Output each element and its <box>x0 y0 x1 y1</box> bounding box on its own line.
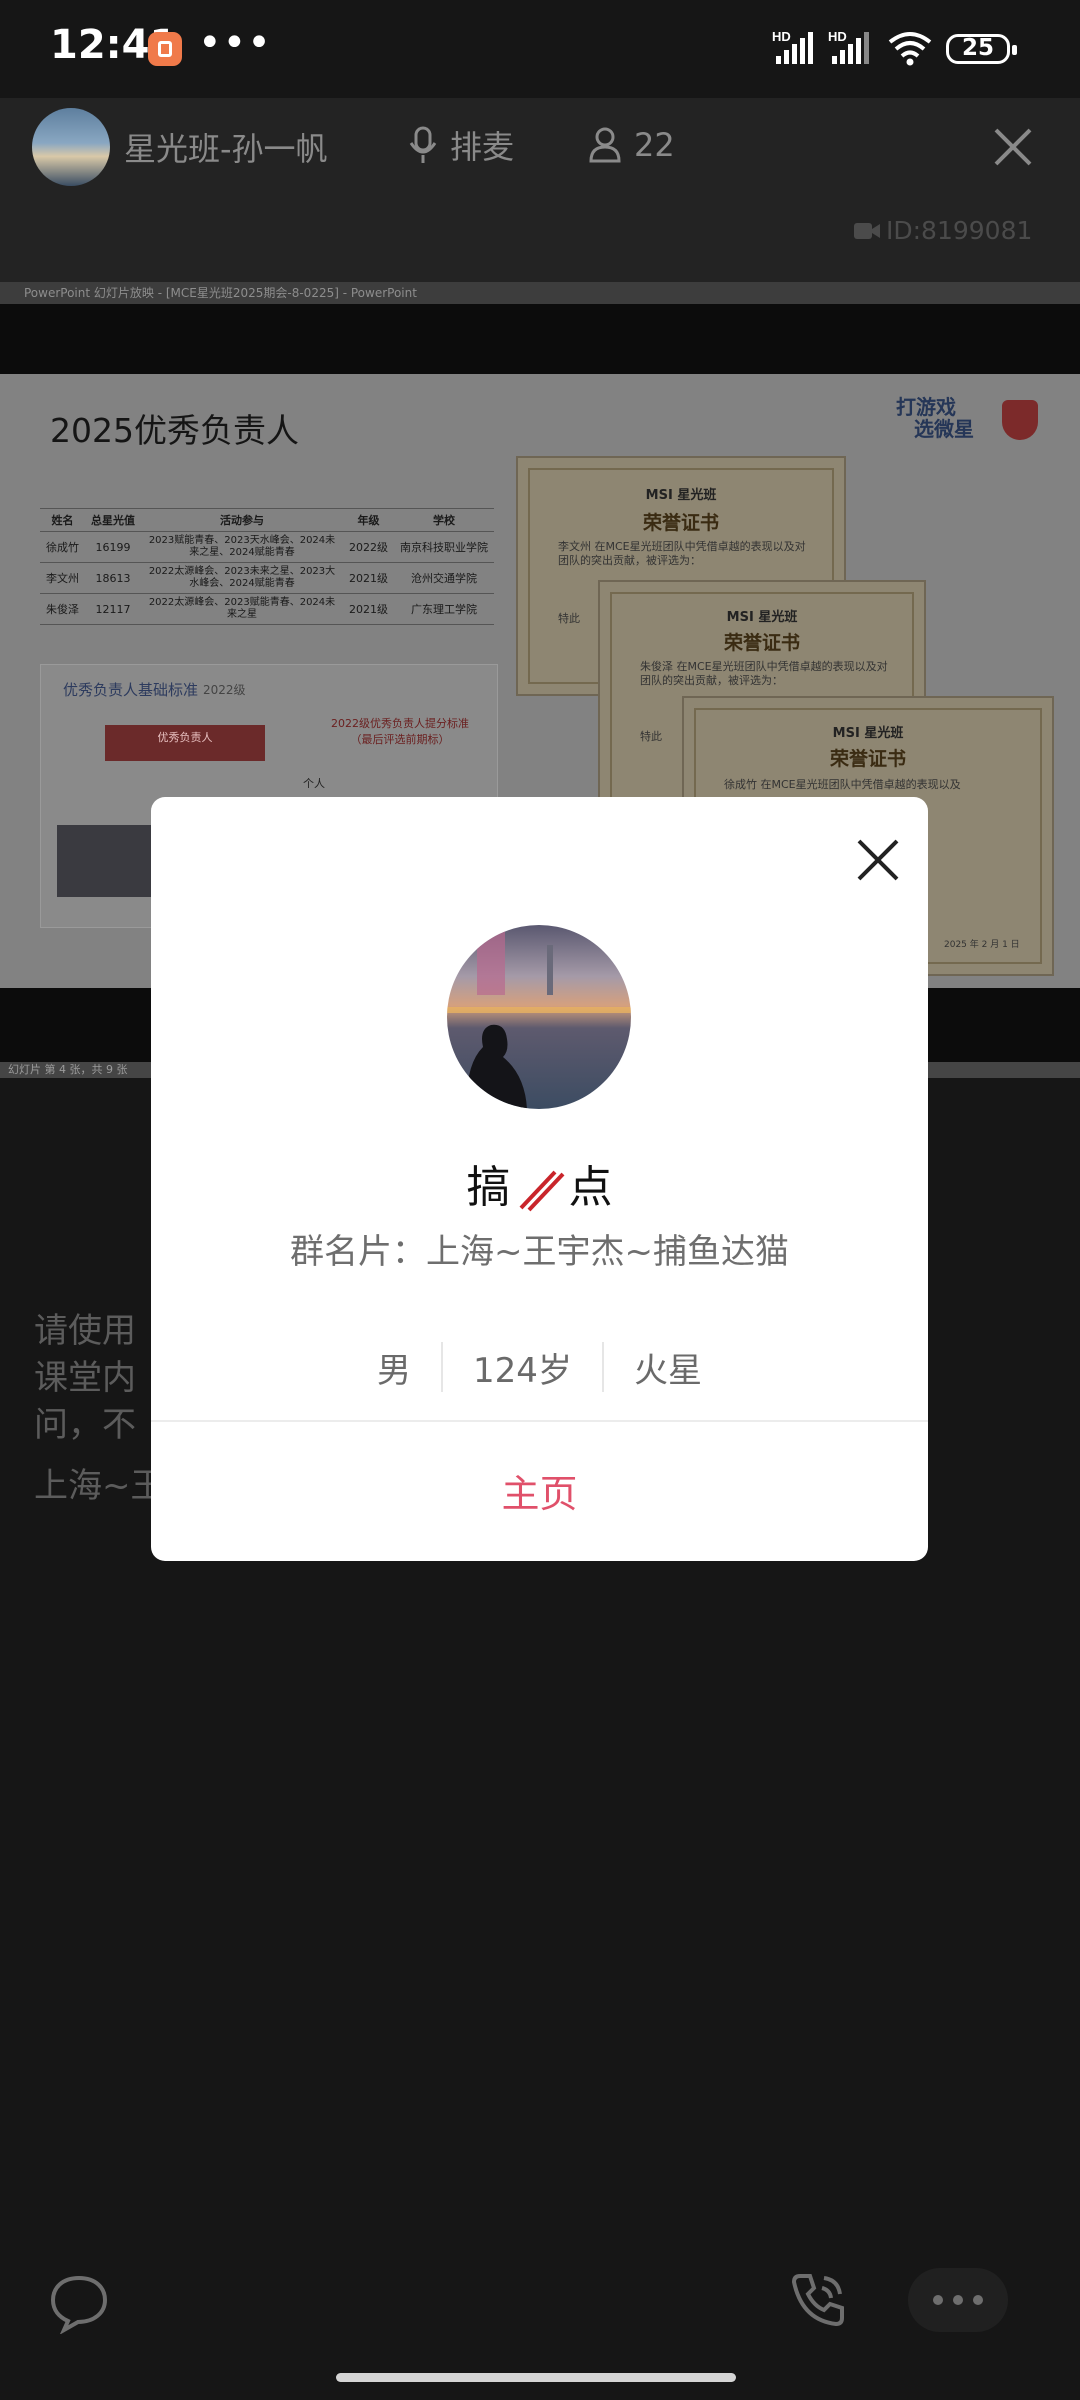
th-school: 学校 <box>394 508 494 532</box>
status-bar: 12:41 ••• HD HD 25 <box>0 0 1080 98</box>
msi-shield-icon <box>1002 400 1038 440</box>
signal-icon: HD <box>772 29 813 64</box>
table-header-row: 姓名 总星光值 活动参与 年级 学校 <box>40 508 494 532</box>
battery-level: 25 <box>961 35 994 61</box>
game-logo-line2: 选微星 <box>914 417 974 441</box>
criteria-year: 2022级 <box>203 683 246 697</box>
criteria-item: 个人 <box>303 777 325 790</box>
chat-bubble-icon[interactable] <box>48 2272 110 2334</box>
more-options-button[interactable] <box>908 2268 1008 2332</box>
table-row: 李文州 18613 2022太源峰会、2023未来之星、2023大水峰会、2024… <box>40 562 494 594</box>
host-name[interactable]: 星光班-孙一帆 <box>124 124 328 170</box>
game-logo: 打游戏 选微星 <box>896 396 974 440</box>
user-profile-card: 搞 点 群名片：上海~王宇杰~捕鱼达猫 男 124岁 火星 主页 <box>151 797 928 1561</box>
host-avatar[interactable] <box>32 108 110 186</box>
age: 124岁 <box>473 1350 572 1391</box>
user-attributes: 男 124岁 火星 <box>151 1342 928 1392</box>
user-nickname: 搞 点 <box>151 1151 928 1215</box>
star-ranking-table: 姓名 总星光值 活动参与 年级 学校 徐成竹 16199 2023赋能青春、202… <box>40 508 494 625</box>
table-row: 徐成竹 16199 2023赋能青春、2023天水峰会、2024未来之星、2024… <box>40 531 494 563</box>
notification-app-icon <box>148 32 182 66</box>
battery-icon: 25 <box>946 34 1017 64</box>
criteria-badge: 优秀负责人 <box>105 725 265 761</box>
person-icon <box>589 127 621 163</box>
table-row: 朱俊泽 12117 2022太源峰会、2023赋能青春、2024未来之星 2021… <box>40 593 494 625</box>
member-count-button[interactable]: 22 <box>588 120 675 170</box>
hd-label-2: HD <box>828 29 847 44</box>
th-grade: 年级 <box>343 508 394 532</box>
group-card-name: 群名片：上海~王宇杰~捕鱼达猫 <box>290 1232 789 1272</box>
gender: 男 <box>377 1350 412 1391</box>
th-name: 姓名 <box>40 508 85 532</box>
video-icon <box>854 222 880 239</box>
chat-message-line: 请使用 <box>34 1311 136 1351</box>
criteria-title: 优秀负责人基础标准 <box>63 681 199 699</box>
phone-call-icon[interactable] <box>786 2268 850 2332</box>
hd-label: HD <box>772 29 791 44</box>
mic-queue-button[interactable]: 排麦 <box>408 120 514 170</box>
chopsticks-icon <box>519 1170 564 1212</box>
th-activities: 活动参与 <box>141 508 343 532</box>
room-header: 星光班-孙一帆 排麦 22 ID:8199081 <box>0 98 1080 298</box>
close-icon[interactable] <box>853 835 903 885</box>
nickname-part-2: 点 <box>568 1162 613 1213</box>
room-id-text: ID:8199081 <box>886 216 1033 245</box>
signal-icon-2: HD <box>828 29 869 64</box>
slide-title: 2025优秀负责人 <box>50 411 299 450</box>
th-points: 总星光值 <box>85 508 141 532</box>
ppt-letterbox-top <box>0 304 1080 374</box>
chat-message-line: 课堂内 <box>34 1358 136 1398</box>
criteria-subtitle: 2022级优秀负责人提分标准 （最后评选前期标） <box>331 717 469 746</box>
wifi-icon <box>888 32 932 66</box>
microphone-icon <box>409 126 437 163</box>
more-notifications-icon: ••• <box>198 20 272 66</box>
member-count: 22 <box>634 126 675 164</box>
ppt-window-title: PowerPoint 幻灯片放映 - [MCE星光班2025期会-8-0225]… <box>0 282 1080 304</box>
room-id: ID:8199081 <box>854 216 1032 245</box>
home-indicator[interactable] <box>336 2373 736 2382</box>
avatar-photo <box>447 925 631 1109</box>
divider <box>151 1420 928 1422</box>
close-icon[interactable] <box>988 122 1038 172</box>
nickname-part-1: 搞 <box>466 1162 511 1213</box>
location: 火星 <box>633 1350 702 1391</box>
user-avatar[interactable] <box>447 925 631 1109</box>
game-logo-line1: 打游戏 <box>896 395 956 419</box>
more-dots-icon <box>933 2295 983 2305</box>
mic-queue-label: 排麦 <box>450 128 515 166</box>
chat-message-line: 问，不 <box>34 1405 136 1445</box>
homepage-button[interactable]: 主页 <box>151 1463 928 1518</box>
chat-message-sender: 上海~王 <box>34 1466 165 1506</box>
